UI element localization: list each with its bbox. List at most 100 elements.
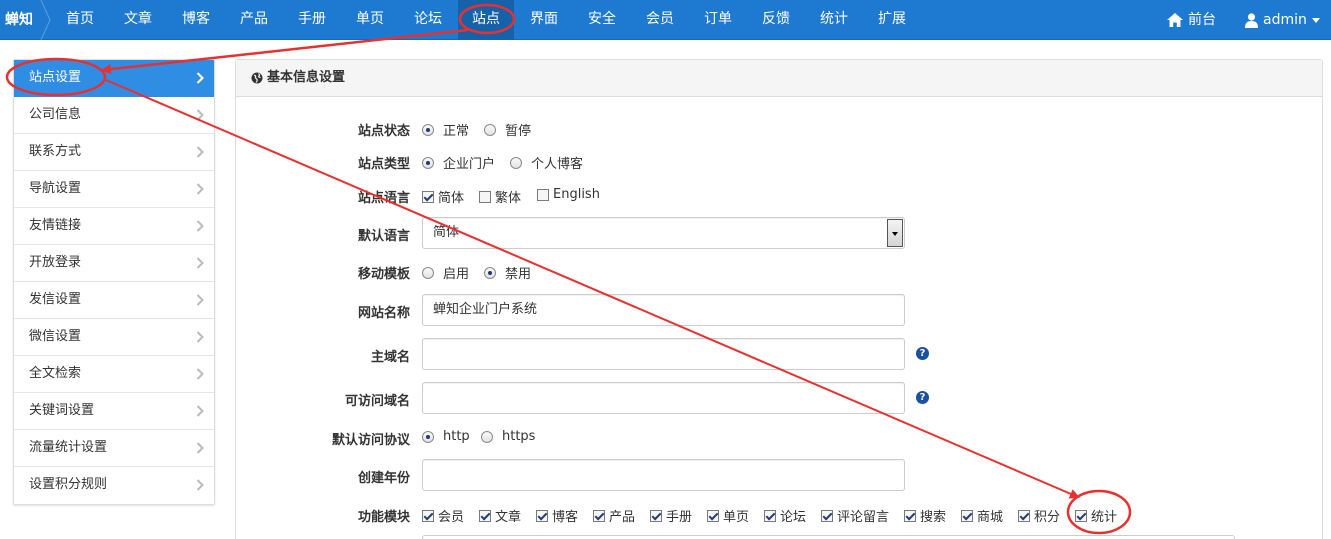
radio-control[interactable] [484,266,496,279]
sidebar-item-contact[interactable]: 联系方式 [14,134,214,171]
checkbox-control[interactable] [1075,509,1087,522]
created-year-input[interactable] [422,459,905,491]
radio-mobile-enable[interactable]: 启用 [422,263,469,282]
checkbox-module-book[interactable]: 手册 [650,506,692,525]
checkbox-lang-simplified[interactable]: 简体 [422,187,464,206]
radio-control[interactable] [422,156,434,169]
sidebar-item-label: 开放登录 [29,255,82,270]
nav-item-extension[interactable]: 扩展 [866,0,918,40]
nav-item-home[interactable]: 首页 [54,0,106,40]
sidebar-item-label: 全文检索 [29,366,82,381]
radio-status-normal[interactable]: 正常 [422,120,469,139]
allowed-domains-input[interactable] [422,382,905,414]
checkbox-module-article[interactable]: 文章 [479,506,521,525]
checkbox-module-comments[interactable]: 评论留言 [821,506,889,525]
chevron-right-icon [196,257,204,269]
label-site-language: 站点语言 [357,191,410,206]
radio-control[interactable] [422,266,434,279]
help-icon[interactable]: ? [916,347,929,360]
checkbox-module-search[interactable]: 搜索 [904,506,946,525]
main-domain-input[interactable] [422,338,905,370]
nav-item-product[interactable]: 产品 [228,0,280,40]
nav-item-order[interactable]: 订单 [692,0,744,40]
chevron-right-icon [196,368,204,380]
radio-control[interactable] [510,156,522,169]
checkbox-control[interactable] [537,188,549,201]
help-icon[interactable]: ? [916,391,929,404]
checkbox-control[interactable] [479,509,491,522]
checkbox-control[interactable] [821,509,833,522]
globe-icon [251,72,263,84]
checkbox-control[interactable] [593,509,605,522]
option-label: 评论留言 [837,510,890,525]
frontend-link[interactable]: 前台 [1167,0,1216,40]
sidebar-item-keywords[interactable]: 关键词设置 [14,393,214,430]
checkbox-control[interactable] [422,509,434,522]
nav-item-ui[interactable]: 界面 [518,0,570,40]
nav-item-article[interactable]: 文章 [112,0,164,40]
nav-item-stat[interactable]: 统计 [808,0,860,40]
nav-item-security[interactable]: 安全 [576,0,628,40]
checkbox-lang-english[interactable]: English [537,187,600,202]
sidebar-item-mail[interactable]: 发信设置 [14,282,214,319]
radio-type-blog[interactable]: 个人博客 [510,153,583,172]
checkbox-module-shop[interactable]: 商城 [961,506,1003,525]
checkbox-control[interactable] [422,190,434,203]
sidebar-item-search[interactable]: 全文检索 [14,356,214,393]
radio-mobile-disable[interactable]: 禁用 [484,263,531,282]
sidebar-item-site-settings[interactable]: 站点设置 [14,60,214,97]
sidebar-item-traffic-stat[interactable]: 流量统计设置 [14,430,214,467]
chevron-right-icon [196,183,204,195]
default-language-select[interactable]: 简体 [422,217,905,249]
label-main-domain: 主域名 [370,350,410,365]
checkbox-module-score[interactable]: 积分 [1018,506,1060,525]
sidebar-item-links[interactable]: 友情链接 [14,208,214,245]
radio-control[interactable] [422,430,434,443]
checkbox-control[interactable] [479,190,491,203]
sidebar-item-nav-settings[interactable]: 导航设置 [14,171,214,208]
checkbox-module-blog[interactable]: 博客 [536,506,578,525]
radio-control[interactable] [422,123,434,136]
sidebar-item-wechat[interactable]: 微信设置 [14,319,214,356]
top-navbar: 蝉知 首页 文章 博客 产品 手册 单页 论坛 站点 界面 安全 会员 订单 反… [0,0,1331,40]
radio-control[interactable] [484,123,496,136]
nav-item-book[interactable]: 手册 [286,0,338,40]
checkbox-control[interactable] [1018,509,1030,522]
checkbox-control[interactable] [536,509,548,522]
nav-item-forum[interactable]: 论坛 [402,0,454,40]
checkbox-lang-traditional[interactable]: 繁体 [479,187,521,206]
nav-item-site[interactable]: 站点 [458,0,514,40]
checkbox-control[interactable] [764,509,776,522]
option-label: 文章 [495,510,522,525]
sidebar-item-company-info[interactable]: 公司信息 [14,97,214,134]
nav-item-feedback[interactable]: 反馈 [750,0,802,40]
radio-type-portal[interactable]: 企业门户 [422,153,495,172]
next-row-input[interactable] [422,535,1235,539]
select-arrow-icon[interactable] [887,219,903,247]
sidebar-item-label: 微信设置 [29,329,82,344]
label-modules: 功能模块 [357,510,410,525]
chevron-right-icon [196,331,204,343]
checkbox-control[interactable] [904,509,916,522]
checkbox-control[interactable] [961,509,973,522]
radio-protocol-http[interactable]: http [422,429,470,444]
radio-control[interactable] [481,430,493,443]
radio-protocol-https[interactable]: https [481,429,535,444]
checkbox-module-member[interactable]: 会员 [422,506,464,525]
site-name-input[interactable]: 蝉知企业门户系统 [422,294,905,326]
sidebar-item-oauth[interactable]: 开放登录 [14,245,214,282]
label-mobile-template: 移动模板 [357,267,410,282]
checkbox-module-stat[interactable]: 统计 [1075,506,1117,525]
nav-item-blog[interactable]: 博客 [170,0,222,40]
radio-status-paused[interactable]: 暂停 [484,120,531,139]
sidebar-item-score-rules[interactable]: 设置积分规则 [14,467,214,504]
checkbox-module-product[interactable]: 产品 [593,506,635,525]
nav-item-user[interactable]: 会员 [634,0,686,40]
select-value: 简体 [433,225,460,240]
user-menu[interactable]: admin [1245,0,1320,40]
nav-item-page[interactable]: 单页 [344,0,396,40]
checkbox-module-page[interactable]: 单页 [707,506,749,525]
checkbox-control[interactable] [707,509,719,522]
checkbox-module-forum[interactable]: 论坛 [764,506,806,525]
checkbox-control[interactable] [650,509,662,522]
